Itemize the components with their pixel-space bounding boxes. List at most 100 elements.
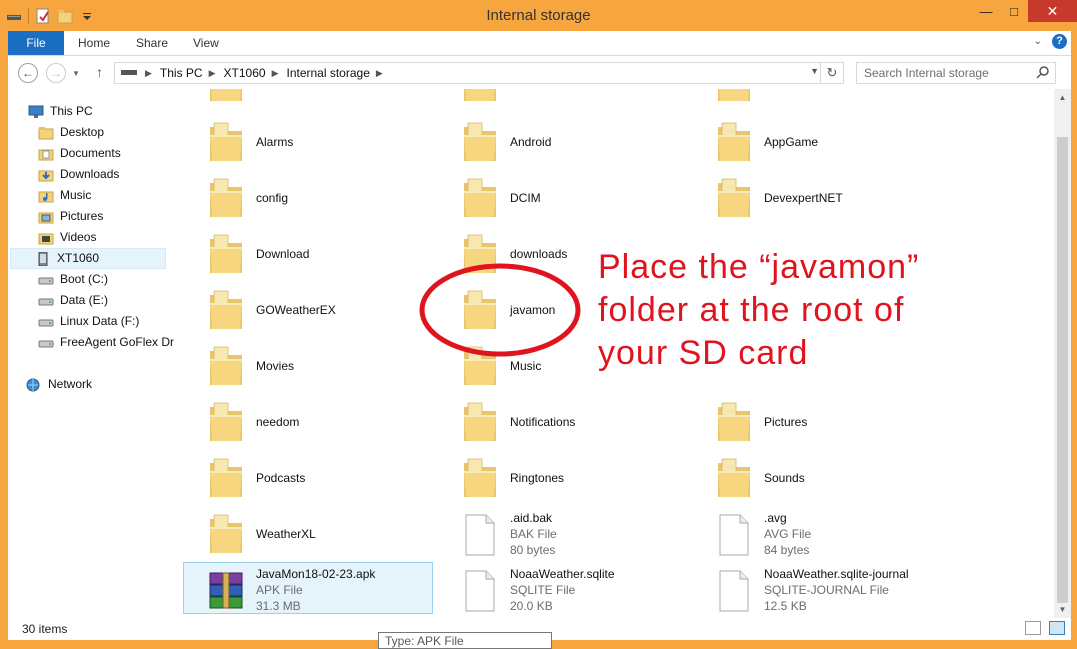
sidebar-item-videos[interactable]: Videos [38, 227, 96, 248]
folder-icon [206, 401, 246, 445]
tab-home[interactable]: Home [64, 31, 124, 55]
file-tile[interactable]: .aid.bak BAK File 80 bytes [438, 507, 688, 559]
up-button[interactable]: ↑ [96, 64, 103, 80]
file-tile[interactable]: .avg AVG File 84 bytes [692, 507, 942, 559]
folder-tile[interactable]: AppGame [692, 115, 942, 167]
folder-tile[interactable]: Download [184, 227, 434, 279]
maximize-button[interactable]: □ [1000, 0, 1028, 22]
folder-tile[interactable]: Pictures [692, 395, 942, 447]
file-tile[interactable]: JavaMon18-02-23.apk APK File 31.3 MB [183, 562, 433, 614]
tab-file[interactable]: File [8, 31, 64, 55]
folder-name: GOWeatherEX [256, 303, 336, 317]
recent-locations-icon[interactable]: ▼ [72, 69, 80, 78]
folder-tile[interactable]: Android [438, 115, 688, 167]
breadcrumb-xt1060[interactable]: XT1060 [224, 66, 266, 80]
folder-icon [460, 89, 500, 105]
folder-tile-partial[interactable] [692, 89, 942, 107]
folder-tile[interactable]: GOWeatherEX [184, 283, 434, 335]
folder-name: needom [256, 415, 300, 429]
folder-icon [460, 401, 500, 445]
close-button[interactable]: ✕ [1028, 0, 1077, 22]
folder-tile[interactable]: Ringtones [438, 451, 688, 503]
archive-icon [206, 569, 246, 613]
chevron-right-icon[interactable]: ▶ [145, 68, 152, 79]
scroll-down-icon[interactable]: ▼ [1054, 601, 1071, 618]
file-tile[interactable]: NoaaWeather.sqlite SQLITE File 20.0 KB [438, 563, 688, 615]
sidebar-item-this-pc[interactable]: This PC [28, 101, 93, 122]
downloads-icon [38, 168, 54, 182]
folder-tile[interactable]: config [184, 171, 434, 223]
phone-icon [35, 251, 51, 266]
folder-name: Notifications [510, 415, 576, 429]
file-icon [714, 569, 754, 613]
sidebar-item-documents[interactable]: Documents [38, 143, 121, 164]
search-input[interactable]: Search Internal storage [864, 66, 989, 80]
chevron-right-icon[interactable]: ▶ [272, 68, 279, 79]
chevron-right-icon[interactable]: ▶ [209, 68, 216, 79]
folder-tile[interactable]: Sounds [692, 451, 942, 503]
title-bar[interactable]: Internal storage — □ ✕ [0, 0, 1077, 31]
vertical-scrollbar[interactable]: ▲ ▼ [1054, 89, 1071, 618]
folder-tile-partial[interactable] [184, 89, 434, 107]
drive-icon [38, 273, 54, 287]
breadcrumb-internal-storage[interactable]: Internal storage [286, 66, 369, 80]
sidebar-item-network[interactable]: Network [26, 374, 92, 395]
folder-icon [460, 177, 500, 221]
scrollbar-thumb[interactable] [1057, 137, 1068, 603]
expand-ribbon-icon[interactable]: ⌄ [1034, 36, 1042, 47]
chevron-right-icon[interactable]: ▶ [376, 68, 383, 79]
sidebar-item-xt1060[interactable]: XT1060 [10, 248, 166, 269]
scroll-up-icon[interactable]: ▲ [1054, 89, 1071, 106]
sidebar-item-desktop[interactable]: Desktop [38, 122, 104, 143]
refresh-button[interactable]: ↻ [820, 63, 843, 83]
folder-icon [460, 121, 500, 165]
navigation-pane: This PC Desktop Documents Downloads Music Pic… [8, 89, 174, 618]
search-box[interactable]: Search Internal storage [856, 62, 1056, 84]
folder-tile-partial[interactable] [438, 89, 688, 107]
sidebar-item-music[interactable]: Music [38, 185, 91, 206]
folder-tile[interactable]: needom [184, 395, 434, 447]
file-type: AVG File [764, 527, 812, 541]
folder-tile[interactable]: Alarms [184, 115, 434, 167]
folder-icon [38, 126, 54, 140]
file-type: APK File [256, 583, 303, 597]
chevron-down-icon[interactable]: ▼ [810, 66, 819, 76]
tab-view[interactable]: View [179, 31, 233, 55]
sidebar-item-linux-data-f[interactable]: Linux Data (F:) [38, 311, 139, 332]
search-icon[interactable] [1036, 65, 1050, 82]
ribbon-right-controls: ⌄ ? [1034, 34, 1067, 49]
folder-name: Music [510, 359, 542, 373]
close-icon: ✕ [1046, 2, 1059, 19]
sidebar-item-pictures[interactable]: Pictures [38, 206, 103, 227]
folder-icon [714, 457, 754, 501]
forward-button[interactable]: → [46, 63, 66, 83]
sidebar-item-label: Videos [60, 230, 97, 244]
folder-icon [206, 345, 246, 389]
folder-tile[interactable]: DCIM [438, 171, 688, 223]
folder-tile[interactable]: Notifications [438, 395, 688, 447]
tooltip: Type: APK File [378, 632, 552, 649]
tab-share[interactable]: Share [122, 31, 182, 55]
folder-tile[interactable]: WeatherXL [184, 507, 434, 559]
drive-icon [38, 336, 54, 350]
sidebar-item-downloads[interactable]: Downloads [38, 164, 119, 185]
back-button[interactable]: ← [18, 63, 38, 83]
sidebar-item-freeagent-goflex-dr[interactable]: FreeAgent GoFlex Dr [38, 332, 174, 353]
large-icons-view-icon[interactable] [1049, 621, 1065, 635]
folder-tile[interactable]: Movies [184, 339, 434, 391]
sidebar-item-label: This PC [50, 104, 93, 118]
details-view-icon[interactable] [1025, 621, 1041, 635]
file-type: SQLITE-JOURNAL File [764, 583, 889, 597]
sidebar-item-boot-c[interactable]: Boot (C:) [38, 269, 108, 290]
folder-name: DevexpertNET [764, 191, 843, 205]
minimize-button[interactable]: — [972, 0, 1000, 22]
file-size: 31.3 MB [256, 599, 301, 613]
help-icon[interactable]: ? [1052, 34, 1067, 49]
file-tile[interactable]: NoaaWeather.sqlite-journal SQLITE-JOURNAL… [692, 563, 942, 615]
sidebar-item-data-e[interactable]: Data (E:) [38, 290, 108, 311]
folder-tile[interactable]: DevexpertNET [692, 171, 942, 223]
folder-icon [206, 457, 246, 501]
address-bar[interactable]: ▶ This PC ▶ XT1060 ▶ Internal storage ▶ … [114, 62, 844, 84]
folder-tile[interactable]: Podcasts [184, 451, 434, 503]
breadcrumb-this-pc[interactable]: This PC [160, 66, 203, 80]
